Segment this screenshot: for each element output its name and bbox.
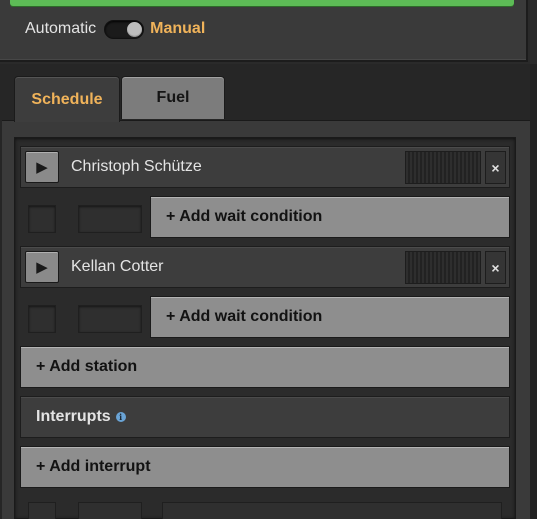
mode-automatic-label[interactable]: Automatic [25,20,96,38]
condition-slot [28,305,56,333]
play-button[interactable]: ▶ [25,251,59,283]
progress-bar [10,0,514,6]
condition-slot [78,502,142,519]
add-interrupt-button[interactable]: + Add interrupt [20,446,510,488]
remove-station-button[interactable]: × [485,251,506,284]
station-name: Kellan Cotter [71,258,164,275]
station-name: Christoph Schütze [71,158,202,175]
wait-condition-row: + Add wait condition [20,296,510,342]
top-panel: Automatic Manual [0,0,528,62]
condition-slot [28,502,56,519]
station-row[interactable]: ▶ Christoph Schütze × [20,146,510,188]
interrupts-header: Interrupts i [20,396,510,438]
add-station-button[interactable]: + Add station [20,346,510,388]
condition-slot [78,205,142,233]
mode-manual-label[interactable]: Manual [150,20,205,38]
play-button[interactable]: ▶ [25,151,59,183]
tab-fuel[interactable]: Fuel [121,76,225,119]
play-icon: ▶ [36,258,48,276]
play-icon: ▶ [36,158,48,176]
interrupts-label: Interrupts [36,408,111,425]
remove-station-button[interactable]: × [485,151,506,184]
wait-condition-row: + Add wait condition [20,196,510,242]
interrupt-row-partial [20,496,510,519]
condition-slot [28,205,56,233]
drag-handle[interactable] [405,151,481,184]
tab-schedule[interactable]: Schedule [14,76,120,122]
drag-handle[interactable] [405,251,481,284]
station-row[interactable]: ▶ Kellan Cotter × [20,246,510,288]
add-wait-condition-button[interactable]: + Add wait condition [150,296,510,338]
info-icon[interactable]: i [115,412,126,422]
condition-slot [162,502,502,519]
panel-edge [530,64,537,519]
condition-slot [78,305,142,333]
add-wait-condition-button[interactable]: + Add wait condition [150,196,510,238]
mode-switch-row: Automatic Manual [25,19,205,39]
toggle-knob [127,21,143,37]
mode-toggle[interactable] [104,19,145,39]
